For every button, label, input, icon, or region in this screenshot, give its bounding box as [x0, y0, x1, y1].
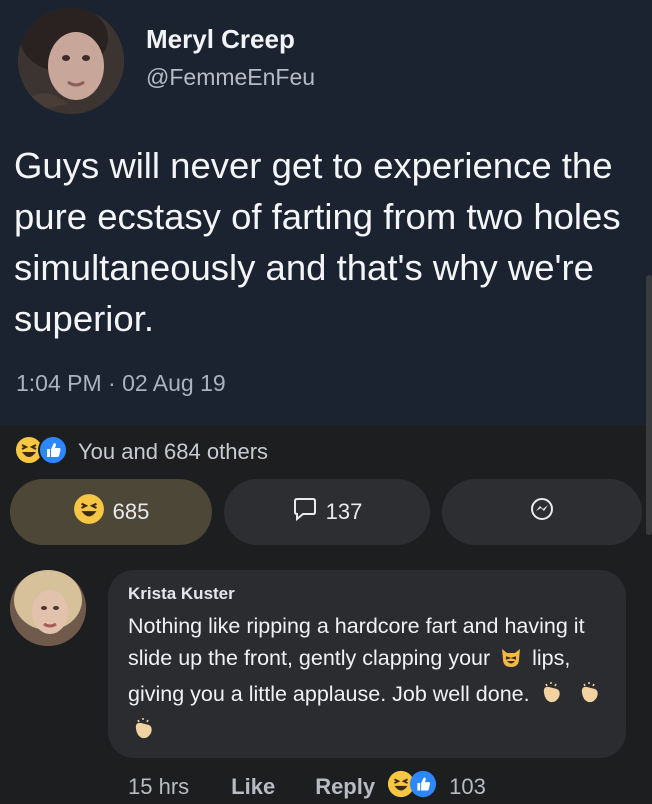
like-emoji-icon [409, 770, 437, 804]
comment-bubble-icon [292, 496, 318, 528]
tweet-author-handle[interactable]: @FemmeEnFeu [146, 64, 315, 91]
tweet-card: Meryl Creep @FemmeEnFeu Guys will never … [0, 0, 652, 425]
tweet-timestamp: 1:04 PM · 02 Aug 19 [16, 370, 226, 396]
comment-bubble: Krista Kuster Nothing like ripping a har… [108, 570, 626, 758]
comment-footer: 15 hrs Like Reply 103 [128, 770, 486, 804]
comment-button[interactable]: 137 [224, 479, 430, 545]
haha-emoji-icon [73, 493, 105, 531]
tweet-author-name[interactable]: Meryl Creep [146, 24, 295, 55]
comment-like-button[interactable]: Like [231, 774, 275, 800]
react-button[interactable]: 685 [10, 479, 212, 545]
reaction-summary-row[interactable]: You and 684 others [14, 434, 269, 470]
clap-emoji-icon [577, 681, 603, 714]
clap-emoji-icon [131, 717, 157, 750]
react-count: 685 [112, 499, 150, 524]
messenger-icon [529, 496, 555, 528]
tweet-author-avatar[interactable] [18, 8, 124, 114]
scrollbar[interactable] [646, 275, 652, 535]
messenger-share-button[interactable] [442, 479, 642, 545]
comment-reply-button[interactable]: Reply [315, 774, 375, 800]
commenter-avatar[interactable] [10, 570, 86, 646]
cat-emoji-icon [499, 645, 523, 678]
like-emoji-icon [38, 434, 68, 470]
comment-text: Nothing like ripping a hardcore fart and… [128, 610, 618, 750]
tweet-text: Guys will never get to experience the pu… [14, 145, 621, 339]
commenter-name[interactable]: Krista Kuster [128, 584, 235, 604]
comment-count: 137 [325, 499, 363, 524]
comment-time[interactable]: 15 hrs [128, 774, 189, 800]
clap-emoji-icon [539, 681, 565, 714]
reaction-summary-text: You and 684 others [78, 439, 269, 464]
comment-reaction-count[interactable]: 103 [449, 774, 486, 800]
